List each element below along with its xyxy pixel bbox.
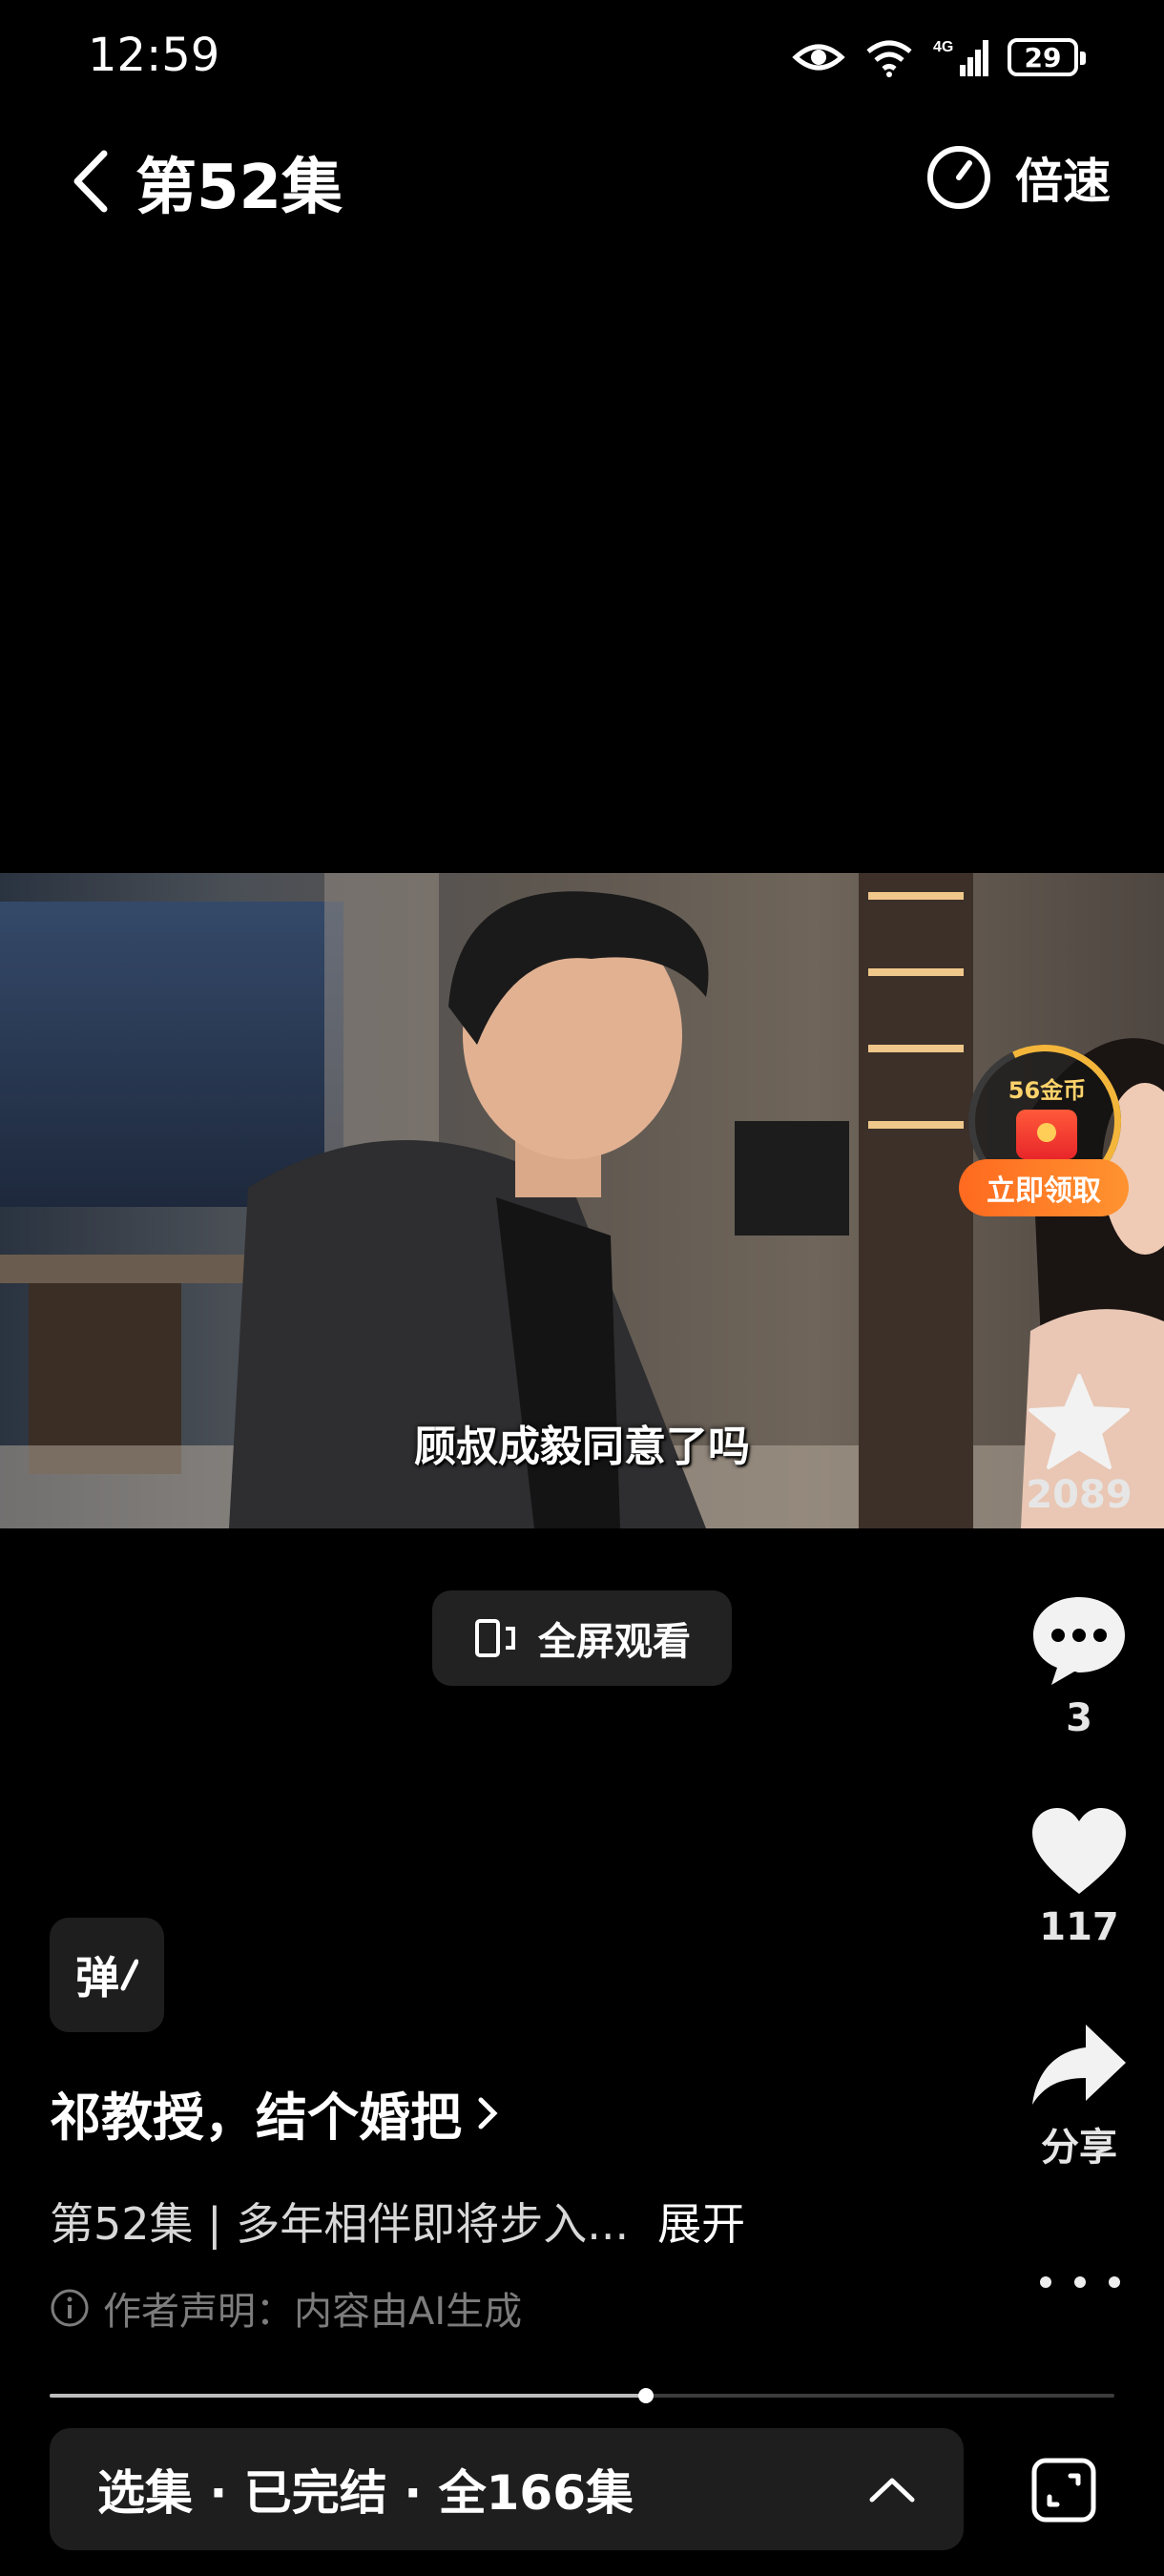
chevron-up-icon xyxy=(869,2478,915,2503)
star-icon xyxy=(1029,1374,1130,1469)
share-label: 分享 xyxy=(1041,2126,1117,2170)
more-options-button[interactable] xyxy=(1040,2263,1120,2301)
chevron-right-icon xyxy=(478,2097,498,2129)
drama-title-link[interactable]: 祁教授，结个婚把 xyxy=(50,2075,500,2150)
episode-selector-bar[interactable]: 选集 · 已完结 · 全166集 xyxy=(50,2428,964,2550)
comment-action[interactable]: 3 xyxy=(1021,1591,1137,1740)
coin-amount: 56金币 xyxy=(1008,1077,1087,1104)
claim-coins-button[interactable]: 立即领取 xyxy=(959,1159,1129,1216)
slash-icon xyxy=(120,1959,138,1991)
episode-description-text: 第52集 | 多年相伴即将步入... xyxy=(50,2198,630,2250)
share-icon xyxy=(1032,2025,1126,2105)
back-button[interactable] xyxy=(57,143,124,219)
disclaimer-text: 作者声明：内容由AI生成 xyxy=(103,2290,523,2334)
coin-reward-widget[interactable]: 56金币 立即领取 xyxy=(946,1023,1143,1226)
comment-count: 3 xyxy=(1066,1696,1092,1740)
episode-selector-label: 选集 · 已完结 · 全166集 xyxy=(97,2465,634,2521)
author-disclaimer: 作者声明：内容由AI生成 xyxy=(50,2280,522,2336)
battery-level: 29 xyxy=(1024,41,1062,73)
eye-icon xyxy=(792,44,845,71)
fullscreen-label: 全屏观看 xyxy=(538,1620,691,1664)
like-count: 117 xyxy=(1039,1905,1119,1949)
more-dot-icon xyxy=(1040,2276,1051,2288)
expand-player-button[interactable] xyxy=(1021,2447,1107,2533)
favorite-count: 2089 xyxy=(1026,1473,1133,1517)
speed-button[interactable]: 倍速 xyxy=(925,143,1111,212)
status-icons: 4G 29 xyxy=(792,29,1086,86)
video-subtitle: 顾叔成毅同意了吗 xyxy=(414,1423,750,1471)
wifi-icon xyxy=(866,40,912,77)
danmaku-label: 弹 xyxy=(75,1952,119,2004)
like-action[interactable]: 117 xyxy=(1021,1806,1137,1949)
episode-description: 第52集 | 多年相伴即将步入... 展开 xyxy=(50,2190,745,2253)
playback-progress-thumb[interactable] xyxy=(637,2388,654,2403)
speed-label: 倍速 xyxy=(1015,154,1111,209)
timer-icon xyxy=(927,146,990,209)
red-envelope-icon xyxy=(1016,1110,1077,1159)
playback-progress-fill xyxy=(50,2394,646,2398)
chevron-left-icon xyxy=(73,150,108,213)
more-dot-icon xyxy=(1074,2276,1086,2288)
info-icon xyxy=(51,2289,89,2327)
rotate-screen-icon xyxy=(475,1619,515,1657)
expand-icon xyxy=(1031,2458,1096,2523)
status-time: 12:59 xyxy=(88,29,220,82)
heart-icon xyxy=(1032,1808,1126,1894)
expand-description-link[interactable]: 展开 xyxy=(657,2190,745,2253)
signal-4g-icon: 4G xyxy=(933,39,988,76)
page-title: 第52集 xyxy=(135,153,343,223)
more-dot-icon xyxy=(1109,2276,1120,2288)
danmaku-toggle[interactable]: 弹 xyxy=(50,1918,164,2032)
playback-progress-bar[interactable] xyxy=(50,2388,1114,2403)
favorite-action[interactable]: 2089 xyxy=(1021,1372,1137,1517)
comment-icon xyxy=(1033,1597,1125,1685)
share-action[interactable]: 分享 xyxy=(1021,2021,1137,2171)
drama-title: 祁教授，结个婚把 xyxy=(50,2088,462,2148)
svg-text:4G: 4G xyxy=(933,39,953,55)
battery-icon: 29 xyxy=(1008,38,1086,76)
fullscreen-button[interactable]: 全屏观看 xyxy=(432,1590,732,1686)
